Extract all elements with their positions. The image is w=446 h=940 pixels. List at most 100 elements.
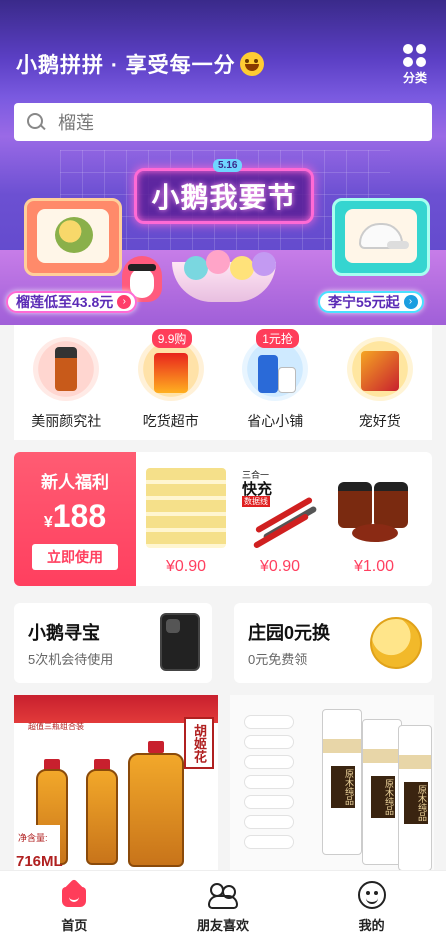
tissue-roll	[244, 835, 294, 849]
ball-decoration	[252, 252, 276, 276]
card-subtitle: 5次机会待使用	[28, 652, 114, 667]
tissue-pack-image: 原木纯品	[362, 719, 402, 865]
coupon-amount: ¥188	[14, 498, 136, 535]
tissue-roll	[244, 775, 294, 789]
category-badge: 1元抢	[256, 329, 299, 348]
newcomer-welfare[interactable]: 新人福利 ¥188 立即使用 ¥0.90 三合一 快充 数据线 ¥0.90 ¥1…	[14, 452, 432, 586]
category-snacks[interactable]: 9.9购 吃货超市	[126, 329, 216, 440]
category-household[interactable]: 1元抢 省心小铺	[230, 329, 320, 440]
category-button[interactable]: 分类	[398, 44, 432, 86]
coupon-currency: ¥	[43, 514, 53, 531]
nav-label: 朋友喜欢	[196, 918, 249, 933]
pack-label: 原木纯品	[331, 766, 355, 808]
tissue-roll	[244, 755, 294, 769]
category-goods[interactable]: 宠好货	[335, 337, 425, 440]
newcomer-product[interactable]: 三合一 快充 数据线 ¥0.90	[234, 462, 326, 582]
snack-box-image	[346, 337, 413, 401]
volume-value: 716ML	[16, 853, 63, 870]
tv-cap[interactable]	[332, 198, 430, 276]
profile-icon	[357, 881, 386, 909]
coupon-value: 188	[52, 498, 107, 534]
charging-cables-image: 三合一 快充 数据线	[240, 468, 320, 550]
detergent-image: 1元抢	[242, 329, 309, 401]
pack-label: 原木纯品	[371, 776, 395, 818]
product-price: ¥0.90	[165, 558, 207, 575]
durian-image	[55, 217, 93, 253]
category-badge: 9.9购	[151, 329, 193, 348]
promo-right-text: 李宁55元起	[328, 294, 400, 310]
arrow-right-icon: ›	[117, 295, 132, 309]
card-subtitle: 0元免费领	[248, 652, 308, 667]
use-now-button[interactable]: 立即使用	[32, 544, 118, 570]
ball-decoration	[184, 256, 208, 280]
tissue-roll	[244, 815, 294, 829]
friends-icon	[207, 881, 238, 909]
phone-image	[160, 613, 200, 671]
tv-durian[interactable]	[24, 198, 122, 276]
farm-exchange-card[interactable]: 庄园0元换 0元免费领	[234, 603, 432, 683]
tissue-roll	[244, 715, 294, 729]
category-label: 省心小铺	[247, 413, 304, 429]
oil-bottle-image	[128, 753, 184, 867]
hero-banner[interactable]: 小鹅拼拼 · 享受每一分 分类 榴莲 5.16 小鹅我要节 榴莲低至43.8元 …	[0, 0, 446, 325]
festival-sign[interactable]: 5.16 小鹅我要节	[134, 159, 314, 224]
tissue-pack-image: 原木纯品	[322, 709, 362, 855]
grinning-face-icon	[239, 52, 264, 76]
volume-label: 净含量:	[18, 833, 48, 843]
promo-left-text: 榴莲低至43.8元	[16, 294, 114, 310]
cable-overlay-tag: 数据线	[242, 496, 270, 507]
promo-durian[interactable]: 榴莲低至43.8元 ›	[6, 291, 138, 313]
newcomer-product[interactable]: ¥1.00	[328, 462, 420, 582]
nav-home[interactable]: 首页	[24, 871, 124, 940]
sauce-jars-image	[334, 468, 414, 548]
tissue-pack-image: 原木纯品	[398, 725, 432, 871]
tissue-roll	[244, 795, 294, 809]
ball-decoration	[230, 256, 254, 280]
tv-screen	[345, 209, 417, 263]
card-title: 小鹅寻宝	[28, 623, 100, 643]
bottle-cap	[148, 741, 164, 753]
newcomer-product[interactable]: ¥0.90	[140, 462, 232, 582]
nav-friends[interactable]: 朋友喜欢	[173, 871, 273, 940]
app-title-bar: 小鹅拼拼 · 享受每一分	[16, 48, 264, 80]
ball-decoration	[206, 250, 230, 274]
category-label: 吃货超市	[142, 413, 199, 429]
nav-me[interactable]: 我的	[322, 871, 422, 940]
product-tile-tissue[interactable]: 原木纯品 原木纯品 原木纯品	[230, 695, 434, 873]
arrow-right-icon: ›	[403, 295, 418, 309]
cap-image	[359, 223, 409, 249]
category-label: 美丽颜究社	[31, 413, 102, 429]
tissue-boxes-image	[146, 468, 226, 548]
app-title: 小鹅拼拼 · 享受每一分	[16, 54, 236, 77]
category-label: 分类	[402, 71, 427, 85]
nav-label: 首页	[61, 918, 88, 933]
nav-label: 我的	[358, 918, 385, 933]
newcomer-title: 新人福利	[41, 473, 109, 492]
tile-caption: 超值三瓶组合装	[28, 722, 84, 731]
volume-box: 净含量: 716ML	[14, 825, 63, 873]
search-icon	[26, 112, 46, 132]
festival-date: 5.16	[213, 159, 243, 172]
festival-title: 小鹅我要节	[151, 182, 297, 213]
product-tile-oil[interactable]: 超值三瓶组合装 胡姬花 净含量: 716ML	[14, 695, 218, 873]
chips-bag-image: 9.9购	[137, 329, 204, 401]
brand-label: 胡姬花	[184, 717, 214, 769]
treasure-hunt-card[interactable]: 小鹅寻宝 5次机会待使用	[14, 603, 212, 683]
product-price: ¥0.90	[259, 558, 301, 575]
gold-coin-icon	[370, 617, 422, 669]
search-bar[interactable]: 榴莲	[14, 103, 432, 141]
category-beauty[interactable]: 美丽颜究社	[21, 337, 111, 440]
serum-bottle-image	[33, 337, 100, 401]
category-label: 宠好货	[358, 413, 401, 429]
grid-icon	[403, 44, 427, 67]
category-row: 美丽颜究社 9.9购 吃货超市 1元抢 省心小铺 宠好货	[14, 325, 432, 440]
search-placeholder: 榴莲	[58, 113, 94, 133]
oil-bottle-image	[86, 769, 118, 865]
card-title: 庄园0元换	[248, 623, 331, 643]
pack-label: 原木纯品	[404, 782, 428, 824]
tv-screen	[37, 209, 109, 263]
newcomer-coupon[interactable]: 新人福利 ¥188 立即使用	[14, 452, 136, 586]
tissue-roll	[244, 735, 294, 749]
product-price: ¥1.00	[353, 558, 395, 575]
promo-lining[interactable]: 李宁55元起 ›	[318, 291, 424, 313]
